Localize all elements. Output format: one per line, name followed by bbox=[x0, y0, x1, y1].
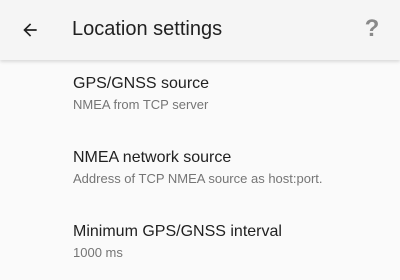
setting-summary: NMEA from TCP server bbox=[73, 97, 209, 112]
setting-gps-gnss-source[interactable]: GPS/GNSS source NMEA from TCP server bbox=[0, 60, 400, 126]
help-icon: ? bbox=[364, 15, 380, 42]
back-button[interactable] bbox=[10, 10, 50, 50]
setting-nmea-network-source[interactable]: NMEA network source Address of TCP NMEA … bbox=[0, 134, 400, 200]
setting-title: Minimum GPS/GNSS interval bbox=[73, 223, 282, 240]
arrow-left-icon bbox=[23, 23, 37, 37]
setting-title: NMEA network source bbox=[73, 149, 232, 166]
setting-summary: 1000 ms bbox=[73, 245, 123, 260]
toolbar: Location settings ? bbox=[0, 0, 400, 60]
setting-title: GPS/GNSS source bbox=[73, 75, 210, 92]
setting-minimum-gps-gnss-interval[interactable]: Minimum GPS/GNSS interval 1000 ms bbox=[0, 208, 400, 274]
page-title: Location settings bbox=[72, 18, 223, 40]
help-button[interactable]: ? bbox=[358, 12, 386, 46]
setting-summary: Address of TCP NMEA source as host:port. bbox=[73, 171, 323, 186]
